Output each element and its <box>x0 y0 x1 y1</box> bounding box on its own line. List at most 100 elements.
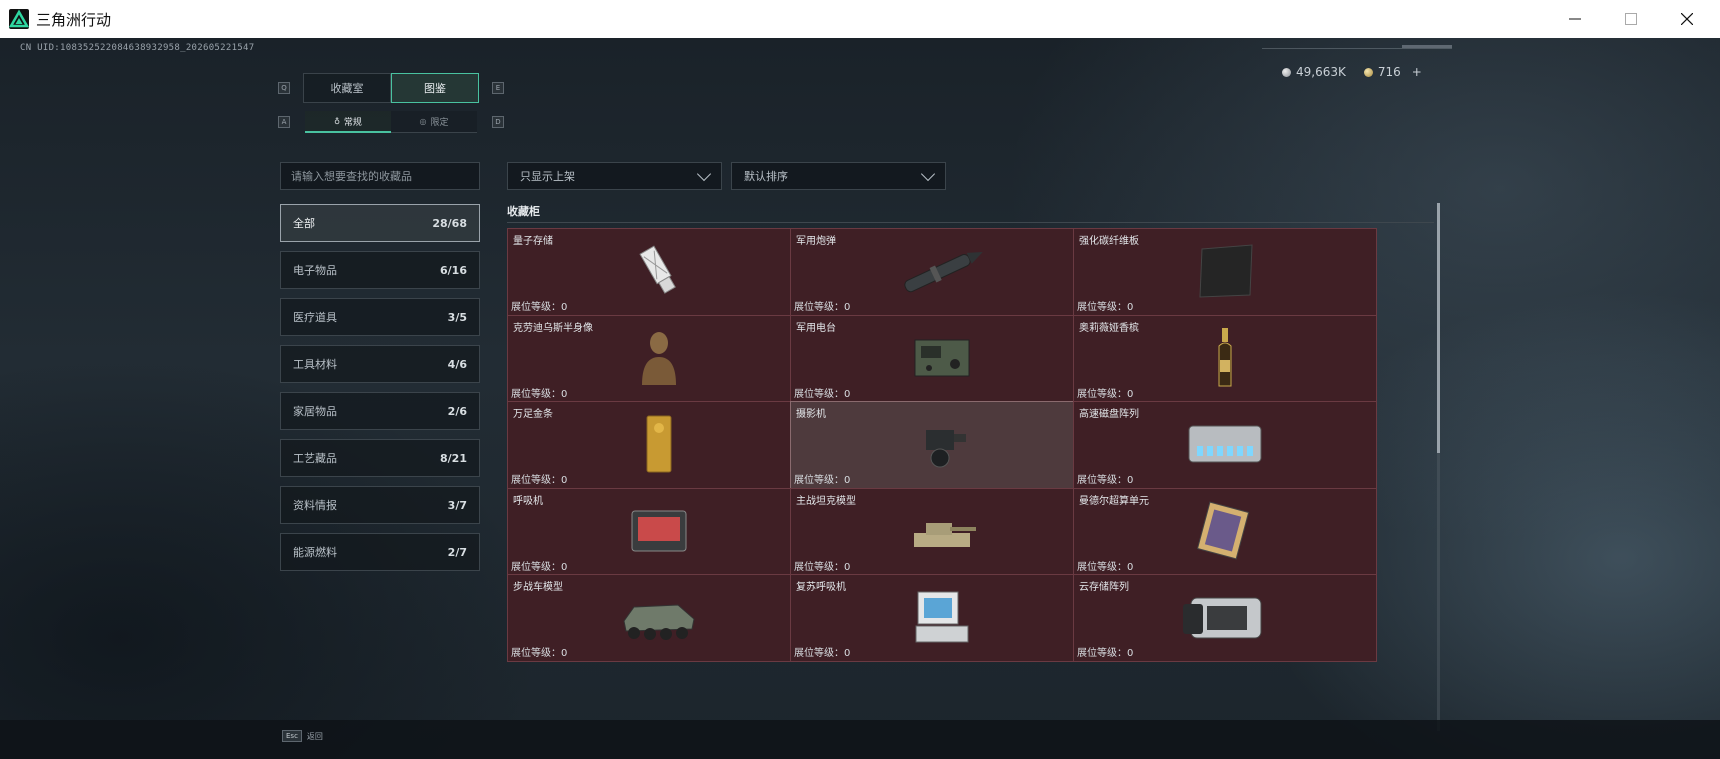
subtab-limited[interactable]: ◎ 限定 <box>391 111 477 133</box>
bottom-bar <box>0 720 1720 759</box>
category-item[interactable]: 工具材料 4/6 <box>280 345 480 383</box>
item-display-level: 展位等级：0 <box>511 475 568 486</box>
collection-item-card[interactable]: 摄影机展位等级：0! <box>790 401 1094 489</box>
section-divider <box>507 222 1434 223</box>
collection-grid: 量子存储展位等级：0!军用炮弹展位等级：0强化碳纤维板展位等级：0克劳迪乌斯半身… <box>507 228 1432 730</box>
item-name: 曼德尔超算单元 <box>1079 495 1149 507</box>
flame-icon: ♁ <box>334 116 340 126</box>
subtab-regular[interactable]: ♁ 常规 <box>305 111 391 133</box>
collection-item-card[interactable]: 复苏呼吸机 展位等级：0 <box>790 574 1094 662</box>
supercomputer-unit-icon <box>1193 501 1257 565</box>
cloud-storage-icon <box>1177 588 1273 650</box>
item-display-level: 展位等级：0 <box>511 302 568 313</box>
category-count: 2/7 <box>447 545 467 559</box>
collection-item-card[interactable]: 呼吸机展位等级：0 <box>507 487 811 576</box>
item-display-level: 展位等级：0 <box>1077 302 1134 313</box>
tab-collection-room[interactable]: 收藏室 <box>303 73 391 103</box>
collection-search-input[interactable]: 请输入想要查找的收藏品 <box>280 162 480 190</box>
shelf-filter-select[interactable]: 只显示上架 <box>507 162 722 190</box>
game-area: CN UID:1083525220846389329​58_2026052215… <box>0 38 1720 759</box>
category-item[interactable]: 全部 28/68 <box>280 204 480 242</box>
collection-item-card[interactable]: 奥莉薇娅香槟 展位等级：0 <box>1073 314 1377 403</box>
tab-prev-key-hint: Q <box>278 82 290 94</box>
carbon-plate-icon <box>1190 241 1260 305</box>
category-label: 家居物品 <box>293 405 337 418</box>
item-display-level: 展位等级：0 <box>1077 475 1134 486</box>
category-item[interactable]: 电子物品 6/16 <box>280 251 480 289</box>
tab-next-key-hint: E <box>492 82 504 94</box>
add-currency-button[interactable]: + <box>1412 65 1422 79</box>
silver-coin-icon <box>1282 67 1291 77</box>
close-button[interactable] <box>1660 0 1714 38</box>
collection-item-card[interactable]: 军用电台展位等级：0! <box>790 314 1094 403</box>
category-count: 4/6 <box>447 357 467 371</box>
ifv-model-icon <box>614 587 704 651</box>
player-uid: CN UID:1083525220846389329​58_2026052215… <box>20 43 255 53</box>
disk-array-icon <box>1183 416 1267 476</box>
bust-statue-icon <box>634 327 684 393</box>
category-count: 3/7 <box>447 498 467 512</box>
collection-item-card[interactable]: 步战车模型 展位等级：0 <box>507 574 811 662</box>
category-item[interactable]: 医疗道具 3/5 <box>280 298 480 336</box>
tab-catalog[interactable]: 图鉴 <box>391 73 479 103</box>
category-item[interactable]: 能源燃料 2/7 <box>280 533 480 571</box>
esc-key-hint: Esc <box>282 730 302 742</box>
category-item[interactable]: 资料情报 3/7 <box>280 486 480 524</box>
maximize-button[interactable] <box>1604 0 1658 38</box>
usb-drive-icon <box>629 241 689 305</box>
collection-item-card[interactable]: 高速磁盘阵列 展位等级：0 <box>1073 401 1377 489</box>
subtab-prev-key-hint: A <box>278 116 290 128</box>
category-item[interactable]: 家居物品 2/6 <box>280 392 480 430</box>
sort-value: 默认排序 <box>744 170 788 183</box>
minimize-button[interactable] <box>1548 0 1602 38</box>
category-label: 工艺藏品 <box>293 452 337 465</box>
collection-item-card[interactable]: 云存储阵列 展位等级：0 <box>1073 574 1377 662</box>
chevron-down-icon <box>920 166 936 181</box>
tank-model-icon <box>904 503 980 563</box>
resuscitator-icon <box>910 586 974 652</box>
limited-icon: ◎ <box>419 117 427 126</box>
item-display-level: 展位等级：0 <box>1077 561 1134 573</box>
collection-item-card[interactable]: 量子存储展位等级：0! <box>507 228 811 316</box>
gold-amount: 716 <box>1377 65 1401 79</box>
currency-display: 49,663K 716 + <box>1282 65 1422 79</box>
back-label: 返回 <box>306 731 323 741</box>
item-name: 军用炮弹 <box>796 236 836 247</box>
top-divider <box>1262 48 1452 49</box>
item-name: 强化碳纤维板 <box>1079 236 1139 247</box>
category-count: 8/21 <box>440 451 467 465</box>
category-count: 2/6 <box>447 404 467 418</box>
back-button[interactable]: Esc 返回 <box>282 730 323 742</box>
category-label: 电子物品 <box>293 264 337 277</box>
gold-currency[interactable]: 716 + <box>1363 65 1422 79</box>
subtab-regular-label: 常规 <box>343 117 362 128</box>
category-count: 6/16 <box>440 263 467 277</box>
item-display-level: 展位等级：0 <box>794 561 851 573</box>
collection-item-card[interactable]: 军用炮弹 展位等级：0 <box>790 228 1094 316</box>
artillery-shell-icon <box>892 241 992 305</box>
item-name: 克劳迪乌斯半身像 <box>513 322 593 334</box>
subtab-limited-label: 限定 <box>430 118 449 128</box>
window-titlebar: 三角洲行动 <box>0 0 1720 38</box>
collection-item-card[interactable]: 主战坦克模型展位等级：0! <box>790 487 1094 576</box>
collection-item-card[interactable]: 强化碳纤维板 展位等级：0 <box>1073 228 1377 316</box>
collection-item-card[interactable]: 曼德尔超算单元 展位等级：0 <box>1073 487 1377 576</box>
item-name: 呼吸机 <box>513 495 543 507</box>
item-name: 主战坦克模型 <box>796 495 856 507</box>
champagne-bottle-icon <box>1210 326 1240 394</box>
app-logo-icon <box>9 9 29 29</box>
sort-select[interactable]: 默认排序 <box>731 162 946 190</box>
section-title: 收藏柜 <box>507 205 540 218</box>
collection-item-card[interactable]: 万足金条 展位等级：0 <box>507 401 811 489</box>
item-name: 高速磁盘阵列 <box>1079 409 1139 420</box>
chevron-down-icon <box>696 166 712 181</box>
category-item[interactable]: 工艺藏品 8/21 <box>280 439 480 477</box>
item-display-level: 展位等级：0 <box>511 561 568 573</box>
silver-currency: 49,663K <box>1282 65 1346 79</box>
item-name: 复苏呼吸机 <box>796 582 846 593</box>
collection-item-card[interactable]: 克劳迪乌斯半身像 展位等级：0 <box>507 314 811 403</box>
gold-coin-icon <box>1363 67 1373 77</box>
ventilator-icon <box>626 505 692 561</box>
item-name: 量子存储 <box>513 236 553 247</box>
scrollbar-thumb[interactable] <box>1437 203 1440 453</box>
